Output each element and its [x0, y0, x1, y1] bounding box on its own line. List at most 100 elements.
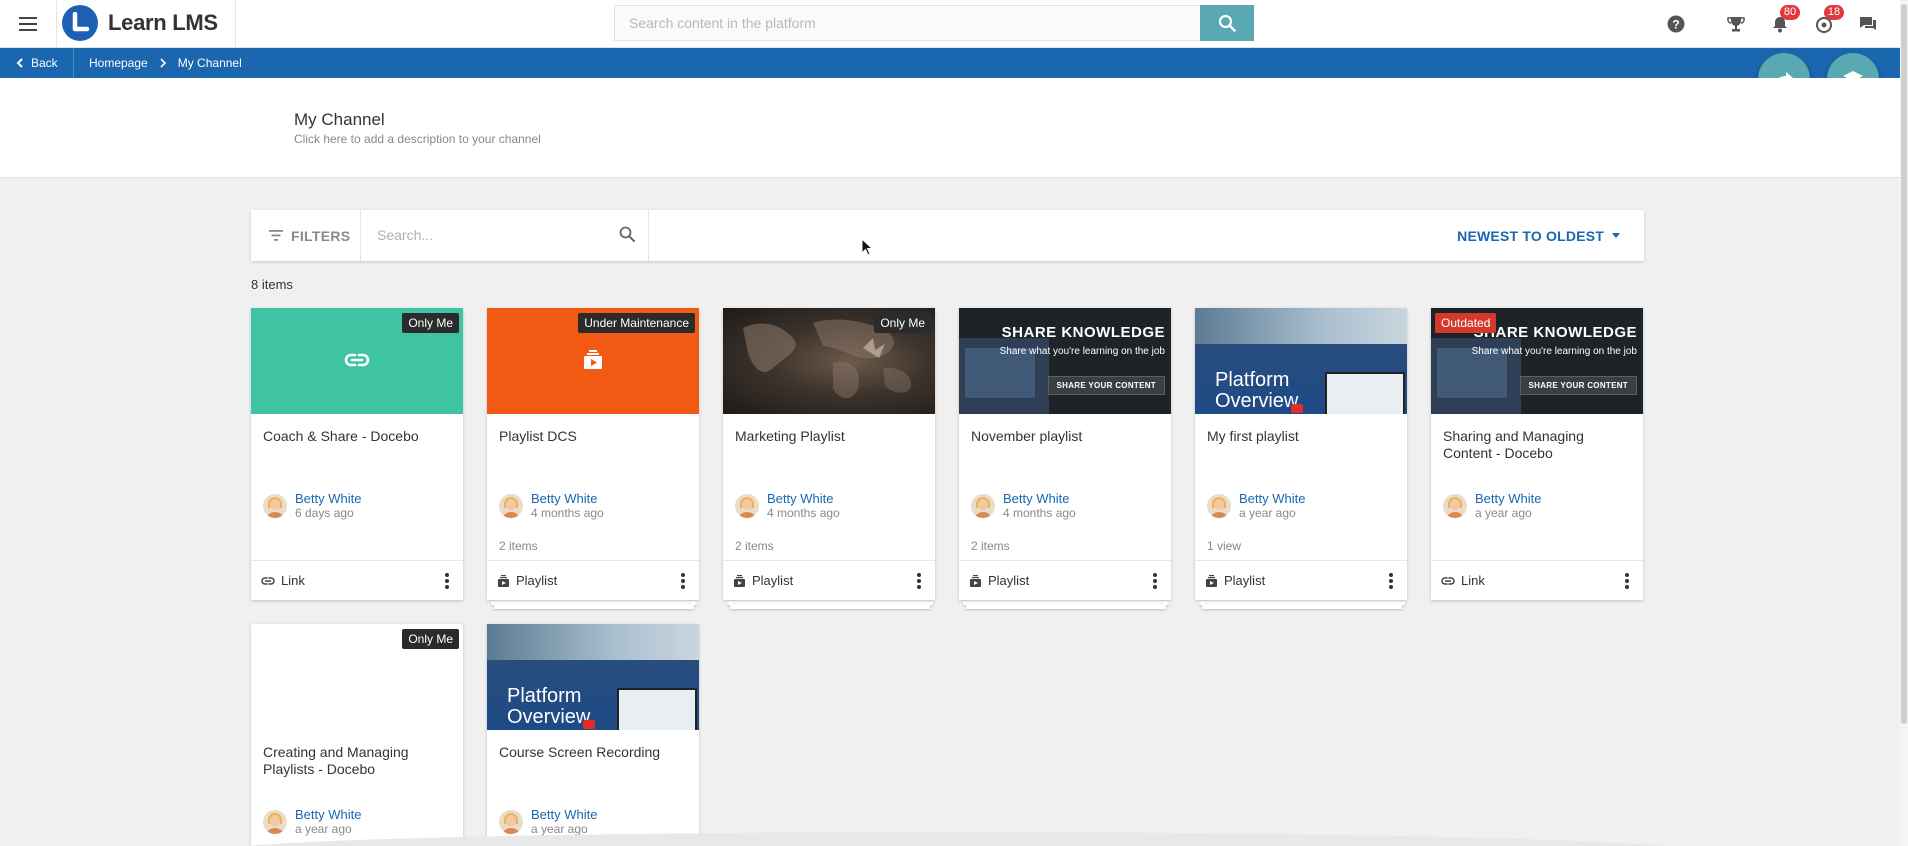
author-name[interactable]: Betty White [295, 491, 361, 506]
author-name[interactable]: Betty White [531, 491, 604, 506]
card-thumbnail: Under Maintenance [487, 308, 699, 414]
playlist-icon [970, 574, 981, 587]
sort-dropdown[interactable]: NEWEST TO OLDEST [1457, 210, 1620, 261]
playlist-icon [734, 574, 745, 587]
playlist-icon [498, 574, 509, 587]
card-footer: Playlist [1195, 560, 1407, 600]
author-name[interactable]: Betty White [1475, 491, 1541, 506]
content-card[interactable]: Platform Overview My first playlist Betty… [1195, 308, 1407, 600]
card-footer: Link [251, 560, 463, 600]
global-search-button[interactable] [1200, 5, 1254, 41]
chat-button[interactable] [1855, 11, 1881, 37]
avatar [499, 810, 523, 834]
app-root: Learn LMS ? 80 18 Back [0, 0, 1908, 846]
card-type: Link [281, 573, 305, 588]
channel-search-button[interactable] [619, 226, 635, 247]
card-thumbnail: Only Me [251, 308, 463, 414]
notifications-badge: 80 [1780, 5, 1800, 20]
messages-badge: 18 [1824, 5, 1844, 20]
channel-header: My Channel Click here to add a descripti… [0, 78, 1900, 178]
notifications-button[interactable]: 80 [1767, 5, 1800, 37]
breadcrumb-bar: Back Homepage My Channel [0, 48, 1900, 78]
avatar [1443, 494, 1467, 518]
help-button[interactable]: ? [1663, 11, 1689, 37]
thumb-subheading: Share what you're learning on the job [1471, 346, 1637, 357]
avatar [263, 494, 287, 518]
card-title: Sharing and Managing Content - Docebo [1443, 428, 1584, 461]
card-author: Betty White 4 months ago [735, 491, 840, 521]
channel-search [361, 210, 649, 261]
content-card[interactable]: SHARE KNOWLEDGE Share what you're learni… [1431, 308, 1643, 600]
author-name[interactable]: Betty White [767, 491, 840, 506]
filter-icon [269, 230, 283, 241]
caret-down-icon [1612, 233, 1620, 238]
app-logo[interactable]: Learn LMS [62, 5, 218, 41]
search-icon [1218, 14, 1236, 32]
card-title: Course Screen Recording [499, 744, 661, 760]
card-options-button[interactable] [1625, 573, 1629, 589]
author-name[interactable]: Betty White [531, 807, 597, 822]
content-card[interactable]: Platform Overview Course Screen Recording… [487, 624, 699, 846]
author-time: a year ago [1475, 506, 1532, 520]
channel-search-input[interactable] [377, 223, 597, 247]
playlist-stack [1202, 605, 1402, 609]
card-author: Betty White a year ago [499, 807, 597, 837]
card-meta: 1 view [1207, 539, 1242, 553]
thumb-title: Platform Overview [1215, 370, 1298, 412]
author-name[interactable]: Betty White [1239, 491, 1305, 506]
logo-icon [62, 5, 98, 41]
card-title: Marketing Playlist [735, 428, 845, 444]
author-name[interactable]: Betty White [1003, 491, 1076, 506]
hamburger-icon [19, 16, 37, 31]
chevron-right-icon [160, 58, 166, 68]
content-card[interactable]: Under Maintenance Playlist DCS Betty Whi… [487, 308, 699, 600]
playlist-icon [584, 350, 602, 369]
global-search-input[interactable] [614, 5, 1200, 41]
content-card[interactable]: Only Me Marketing Playlist Betty White 4 … [723, 308, 935, 600]
card-meta: 2 items [735, 539, 774, 553]
card-footer: Playlist [959, 560, 1171, 600]
content-card[interactable]: SHARE KNOWLEDGE Share what you're learni… [959, 308, 1171, 600]
card-type: Playlist [516, 573, 558, 588]
avatar [499, 494, 523, 518]
card-title: My first playlist [1207, 428, 1299, 444]
card-options-button[interactable] [681, 573, 685, 589]
search-icon [619, 226, 635, 242]
card-type: Playlist [988, 573, 1030, 588]
thumb-line-1: Platform [507, 685, 582, 707]
channel-description[interactable]: Click here to add a description to your … [294, 132, 541, 146]
items-count: 8 items [251, 277, 293, 292]
page-scrollbar[interactable] [1900, 0, 1908, 846]
coach-share-button[interactable]: 18 [1811, 5, 1844, 37]
author-time: 6 days ago [295, 506, 354, 520]
header-divider [235, 0, 236, 47]
breadcrumb-current: My Channel [177, 56, 242, 70]
thumb-banner [487, 624, 699, 660]
card-author: Betty White a year ago [1443, 491, 1541, 521]
content-card[interactable]: Only Me Creating and Managing Playlists … [251, 624, 463, 846]
breadcrumb-homepage[interactable]: Homepage [89, 56, 148, 70]
youtube-icon [1291, 404, 1303, 413]
mouse-cursor-icon [861, 238, 873, 256]
author-name[interactable]: Betty White [295, 807, 361, 822]
card-type: Link [1461, 573, 1485, 588]
card-options-button[interactable] [917, 573, 921, 589]
card-thumbnail: Platform Overview [487, 624, 699, 730]
scrollbar-thumb[interactable] [1901, 4, 1907, 724]
avatar [735, 494, 759, 518]
card-options-button[interactable] [1389, 573, 1393, 589]
card-meta: 2 items [499, 539, 538, 553]
menu-button[interactable] [0, 0, 57, 47]
content-card[interactable]: Only Me Coach & Share - Docebo Betty Whi… [251, 308, 463, 600]
back-button[interactable]: Back [0, 48, 74, 78]
achievements-button[interactable] [1723, 11, 1749, 37]
author-time: 4 months ago [767, 506, 840, 520]
card-options-button[interactable] [1153, 573, 1157, 589]
youtube-icon [583, 720, 595, 729]
link-icon [261, 576, 275, 585]
filters-button[interactable]: FILTERS [251, 210, 361, 261]
card-title: Coach & Share - Docebo [263, 428, 419, 444]
card-options-button[interactable] [445, 573, 449, 589]
author-time: a year ago [295, 822, 352, 836]
status-tag: Outdated [1435, 313, 1497, 333]
